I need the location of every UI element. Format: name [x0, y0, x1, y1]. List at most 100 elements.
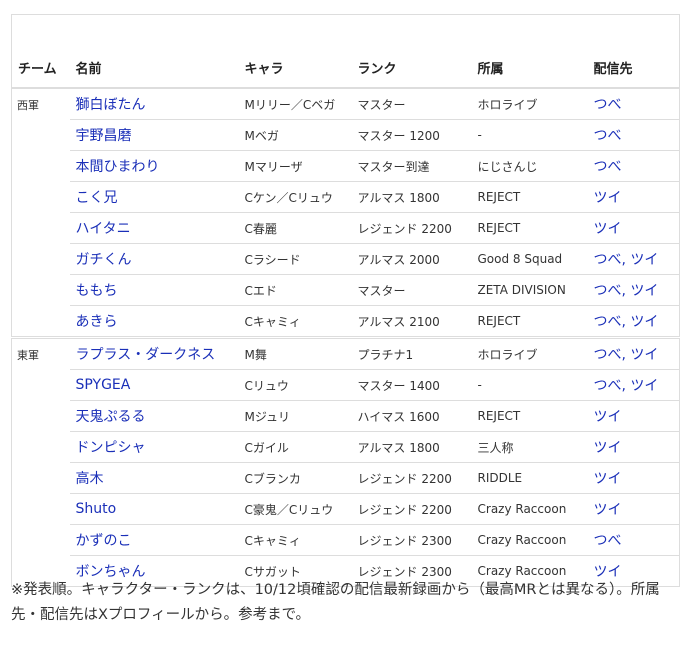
roster-table-container: チーム 名前 キャラ ランク 所属 配信先 西軍 獅白ぼたん Mリリー／Cベガ マスタ…	[11, 14, 680, 587]
header-row: チーム 名前 キャラ ランク 所属 配信先	[11, 14, 680, 89]
stream-link[interactable]: ツイ	[587, 212, 680, 244]
character-cell: Mマリーザ	[238, 150, 352, 182]
stream-link[interactable]: つべ	[587, 150, 680, 182]
table-row: ドンピシャ Cガイル アルマス 1800 三人称 ツイ	[12, 431, 680, 463]
affiliation-cell: REJECT	[471, 212, 588, 244]
team-cell: 東軍	[11, 336, 70, 587]
stream-link[interactable]: つべ	[587, 524, 680, 556]
affiliation-cell: Good 8 Squad	[471, 243, 588, 275]
table-row: ガチくん Cラシード アルマス 2000 Good 8 Squad つべ, ツイ	[12, 243, 680, 275]
affiliation-cell: ホロライブ	[471, 88, 588, 120]
header-affiliation: 所属	[471, 14, 588, 89]
stream-link[interactable]: つべ, ツイ	[587, 305, 680, 338]
stream-link[interactable]: つべ, ツイ	[587, 243, 680, 275]
affiliation-cell: ZETA DIVISION	[471, 274, 588, 306]
table-row: 西軍 獅白ぼたん Mリリー／Cベガ マスター ホロライブ つべ	[11, 88, 680, 338]
rank-cell: アルマス 2100	[351, 305, 472, 338]
affiliation-cell: REJECT	[471, 400, 588, 432]
stream-link[interactable]: ツイ	[587, 462, 680, 494]
stream-link[interactable]: ツイ	[587, 431, 680, 463]
character-cell: Mジュリ	[238, 400, 352, 432]
player-name-link[interactable]: 高木	[69, 462, 239, 494]
table-row: 高木 Cブランカ レジェンド 2200 RIDDLE ツイ	[12, 462, 680, 494]
character-cell: C春麗	[238, 212, 352, 244]
character-cell: Cラシード	[238, 243, 352, 275]
player-name-link[interactable]: 宇野昌磨	[69, 119, 239, 151]
rank-cell: アルマス 1800	[351, 431, 472, 463]
stream-link[interactable]: つべ	[587, 119, 680, 151]
player-name-link[interactable]: 獅白ぼたん	[69, 88, 239, 120]
player-name-link[interactable]: ラプラス・ダークネス	[69, 336, 239, 370]
character-cell: Cブランカ	[238, 462, 352, 494]
rank-cell: マスター 1400	[351, 369, 472, 401]
rank-cell: ハイマス 1600	[351, 400, 472, 432]
affiliation-cell: Crazy Raccoon	[471, 493, 588, 525]
character-cell: Cキャミィ	[238, 305, 352, 338]
table-row: 本間ひまわり Mマリーザ マスター到達 にじさんじ つべ	[12, 150, 680, 182]
rank-cell: マスター	[351, 88, 472, 120]
table-row: 宇野昌磨 Mベガ マスター 1200- つべ	[12, 119, 680, 151]
rank-cell: レジェンド 2200	[351, 462, 472, 494]
character-cell: Cガイル	[238, 431, 352, 463]
roster-body: 西軍 獅白ぼたん Mリリー／Cベガ マスター ホロライブ つべ 宇野昌磨 Mベガ マスター 12…	[11, 88, 680, 587]
affiliation-cell: 三人称	[471, 431, 588, 463]
character-cell: C豪鬼／Cリュウ	[238, 493, 352, 525]
header-rank: ランク	[351, 14, 472, 89]
rank-cell: レジェンド 2200	[351, 493, 472, 525]
character-cell: Cキャミィ	[238, 524, 352, 556]
table-row: かずのこ Cキャミィ レジェンド 2300 Crazy Raccoon つべ	[12, 524, 680, 556]
team-cell: 西軍	[11, 88, 70, 338]
character-cell: Cエド	[238, 274, 352, 306]
player-name-link[interactable]: ドンピシャ	[69, 431, 239, 463]
player-name-link[interactable]: こく兄	[69, 181, 239, 213]
rank-cell: アルマス 2000	[351, 243, 472, 275]
stream-link[interactable]: つべ, ツイ	[587, 336, 680, 370]
table-row: SPYGEA Cリュウ マスター 1400- つべ, ツイ	[12, 369, 680, 401]
affiliation-cell: -	[471, 369, 588, 401]
header-team: チーム	[11, 14, 70, 89]
rank-cell: マスター 1200	[351, 119, 472, 151]
player-name-link[interactable]: 天鬼ぷるる	[69, 400, 239, 432]
table-row: 東軍 ラプラス・ダークネス M舞 プラチナ1 ホロライブ つべ, ツイ	[11, 336, 680, 587]
player-name-link[interactable]: SPYGEA	[69, 369, 239, 401]
footnote: ※発表順。キャラクター・ランクは、10/12頃確認の配信最新録画から（最高MRと…	[11, 582, 660, 623]
affiliation-cell: REJECT	[471, 181, 588, 213]
stream-link[interactable]: つべ	[587, 88, 680, 120]
header-name: 名前	[69, 14, 239, 89]
table-row: ハイタニ C春麗 レジェンド 2200 REJECT ツイ	[12, 212, 680, 244]
character-cell: M舞	[238, 336, 352, 370]
rank-cell: プラチナ1	[351, 336, 472, 370]
stream-link[interactable]: ツイ	[587, 181, 680, 213]
table-row: こく兄 Cケン／Cリュウ アルマス 1800 REJECT ツイ	[12, 181, 680, 213]
affiliation-cell: にじさんじ	[471, 150, 588, 182]
rank-cell: マスター到達	[351, 150, 472, 182]
player-name-link[interactable]: ガチくん	[69, 243, 239, 275]
character-cell: Mベガ	[238, 119, 352, 151]
player-name-link[interactable]: かずのこ	[69, 524, 239, 556]
table-row: ももち Cエド マスター ZETA DIVISION つべ, ツイ	[12, 274, 680, 306]
stream-link[interactable]: ツイ	[587, 493, 680, 525]
table-row: 天鬼ぷるる Mジュリ ハイマス 1600 REJECT ツイ	[12, 400, 680, 432]
affiliation-cell: Crazy Raccoon	[471, 524, 588, 556]
table-row: あきら Cキャミィ アルマス 2100 REJECT つべ, ツイ	[12, 305, 680, 338]
character-cell: Cケン／Cリュウ	[238, 181, 352, 213]
affiliation-cell: REJECT	[471, 305, 588, 338]
player-name-link[interactable]: あきら	[69, 305, 239, 338]
rank-cell: アルマス 1800	[351, 181, 472, 213]
table-row: Shuto C豪鬼／Cリュウ レジェンド 2200 Crazy Raccoon ツイ	[12, 493, 680, 525]
rank-cell: レジェンド 2200	[351, 212, 472, 244]
player-name-link[interactable]: Shuto	[69, 493, 239, 525]
stream-link[interactable]: ツイ	[587, 400, 680, 432]
player-name-link[interactable]: 本間ひまわり	[69, 150, 239, 182]
header-chara: キャラ	[238, 14, 352, 89]
affiliation-cell: RIDDLE	[471, 462, 588, 494]
affiliation-cell: ホロライブ	[471, 336, 588, 370]
player-name-link[interactable]: ももち	[69, 274, 239, 306]
affiliation-cell: -	[471, 119, 588, 151]
roster-table: チーム 名前 キャラ ランク 所属 配信先 西軍 獅白ぼたん Mリリー／Cベガ マスタ…	[11, 14, 680, 587]
stream-link[interactable]: つべ, ツイ	[587, 369, 680, 401]
header-stream: 配信先	[587, 14, 680, 89]
character-cell: Mリリー／Cベガ	[238, 88, 352, 120]
player-name-link[interactable]: ハイタニ	[69, 212, 239, 244]
stream-link[interactable]: つべ, ツイ	[587, 274, 680, 306]
